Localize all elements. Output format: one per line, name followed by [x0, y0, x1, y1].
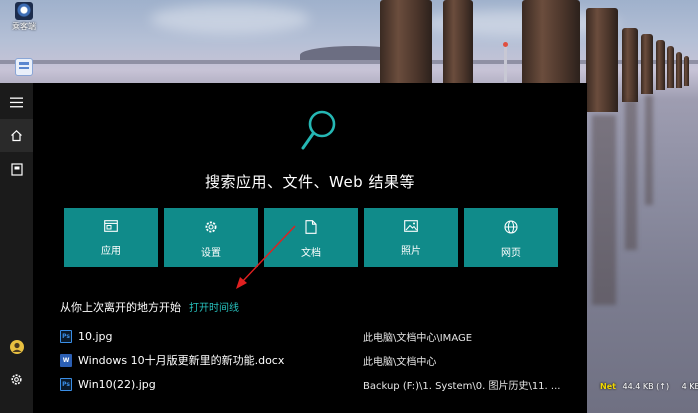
sidebar-item-account[interactable] [0, 330, 33, 363]
word-file-icon: W [60, 353, 72, 367]
desktop-icon-label: 乘客端 [12, 22, 36, 31]
recent-file-name: Win10(22).jpg [78, 377, 156, 391]
recent-file-name: Windows 10十月版更新里的新功能.docx [78, 354, 285, 367]
gear-icon [11, 374, 22, 385]
filter-tile-web[interactable]: 网页 [464, 208, 558, 267]
open-timeline-link[interactable]: 打开时间线 [189, 299, 239, 314]
photoshop-file-icon: Ps [60, 329, 72, 343]
filter-tile-documents[interactable]: 文档 [264, 208, 358, 267]
recent-file-path: 此电脑\文档中心 [363, 356, 437, 368]
recent-file-path: Backup (F:)\1. System\0. 图片历史\11. ... [363, 380, 561, 392]
start-sidebar [0, 83, 33, 413]
filter-tile-apps[interactable]: 应用 [64, 208, 158, 267]
filter-tile-settings[interactable]: 设置 [164, 208, 258, 267]
sidebar-item-notebook[interactable] [0, 153, 33, 186]
recent-file-row[interactable]: Ps 10.jpg 此电脑\文档中心\IMAGE [60, 326, 585, 346]
filter-tile-label: 照片 [401, 246, 421, 257]
desktop-icon-app[interactable]: 乘客端 [12, 2, 36, 32]
network-monitor: Net 44.4 KB (↑) 4 KB (↓) [600, 382, 698, 391]
filter-tile-photos[interactable]: 照片 [364, 208, 458, 267]
wallpaper-beacon [503, 42, 508, 82]
gear-icon [205, 221, 217, 233]
notebook-icon [10, 163, 23, 176]
network-down-value: 44.4 KB (↑) [622, 382, 670, 391]
recent-file-path: 此电脑\文档中心\IMAGE [363, 332, 473, 344]
search-filter-tiles: 应用 设置 文档 照片 网页 [64, 208, 558, 267]
filter-tile-label: 应用 [101, 246, 121, 257]
globe-icon [504, 220, 518, 234]
network-up-value: 4 KB (↓) [681, 382, 698, 391]
hamburger-menu-button[interactable] [0, 86, 33, 119]
search-icon [301, 110, 336, 150]
recent-file-row[interactable]: W Windows 10十月版更新里的新功能.docx 此电脑\文档中心 [60, 350, 585, 370]
document-icon [305, 220, 317, 234]
app-shortcut-icon [15, 2, 33, 20]
user-avatar-icon [9, 339, 24, 354]
filter-tile-label: 设置 [201, 248, 221, 259]
desktop-icon-file[interactable] [15, 58, 33, 76]
sidebar-item-settings[interactable] [0, 363, 33, 396]
filter-tile-label: 网页 [501, 248, 521, 259]
hamburger-menu-icon [10, 97, 23, 108]
file-shortcut-icon [15, 58, 33, 76]
filter-tile-label: 文档 [301, 248, 321, 259]
photo-icon [404, 220, 418, 232]
recent-file-name: 10.jpg [78, 329, 113, 343]
sidebar-item-home[interactable] [0, 119, 33, 152]
app-window-icon [104, 220, 118, 232]
search-headline: 搜索应用、文件、Web 结果等 [205, 173, 415, 191]
photoshop-file-icon: Ps [60, 377, 72, 391]
recent-section-title: 从你上次离开的地方开始 [60, 301, 181, 314]
home-icon [11, 129, 22, 142]
network-label: Net [600, 382, 616, 391]
recent-file-row[interactable]: Ps Win10(22).jpg Backup (F:)\1. System\0… [60, 374, 585, 394]
search-panel: 搜索应用、文件、Web 结果等 应用 设置 文档 照片 网页 从你上次离开的地方… [33, 83, 587, 413]
